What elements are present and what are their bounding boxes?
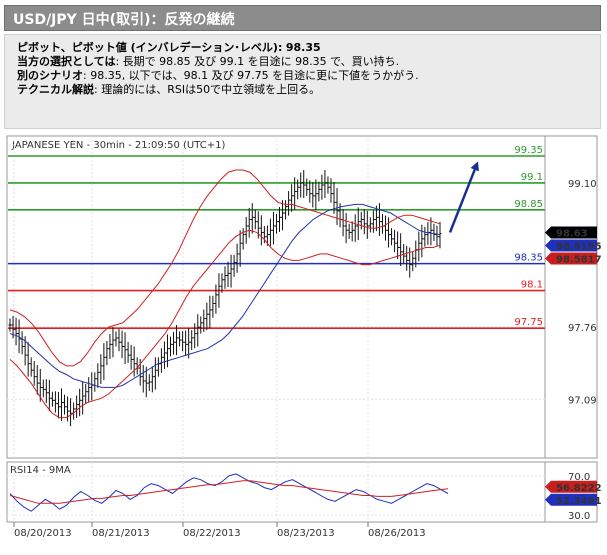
x-tick-label: 08/20/2013 [14, 528, 72, 539]
x-tick-label: 08/23/2013 [277, 528, 335, 539]
rsi-y-tick-label: 70.0 [568, 472, 590, 483]
price-badge-label: 98.63 [556, 228, 588, 239]
x-axis: 08/20/2013 08/21/2013 08/22/2013 08/23/2013… [13, 522, 426, 539]
level-label: 99.1 [521, 172, 543, 183]
main-chart-title: JAPANESE YEN - 30min - 21:09:50 (UTC+1) [11, 140, 225, 151]
rsi-panel-title: RSI14 - 9MA [10, 465, 71, 476]
x-tick-label: 08/21/2013 [92, 528, 150, 539]
level-label: 97.75 [514, 317, 543, 328]
main-price-badges: 98.63 98.6195 98.5817 [545, 226, 602, 265]
chart-canvas: JAPANESE YEN - 30min - 21:09:50 (UTC+1) … [6, 135, 602, 539]
rsi-price-badges: 56.8222 52.3491 [545, 480, 602, 507]
level-label: 98.1 [521, 280, 543, 291]
level-label: 99.35 [514, 145, 543, 156]
rsi-panel-frame [6, 461, 598, 523]
y-tick-label: 99.10 [568, 179, 597, 190]
y-tick-label: 97.76 [568, 323, 597, 334]
x-tick-label: 08/26/2013 [368, 528, 426, 539]
rsi-badge-label: 56.8222 [556, 483, 602, 494]
x-tick-label: 08/22/2013 [183, 528, 241, 539]
rsi-badge-label: 52.3491 [556, 496, 602, 507]
rsi-y-tick-label: 30.0 [568, 511, 590, 522]
price-badge-label: 98.5817 [556, 254, 602, 265]
price-badge-label: 98.6195 [556, 241, 602, 252]
y-tick-label: 97.09 [568, 395, 597, 406]
main-chart-frame [6, 135, 598, 459]
level-label: 98.85 [514, 199, 543, 210]
level-label: 98.35 [514, 253, 543, 264]
